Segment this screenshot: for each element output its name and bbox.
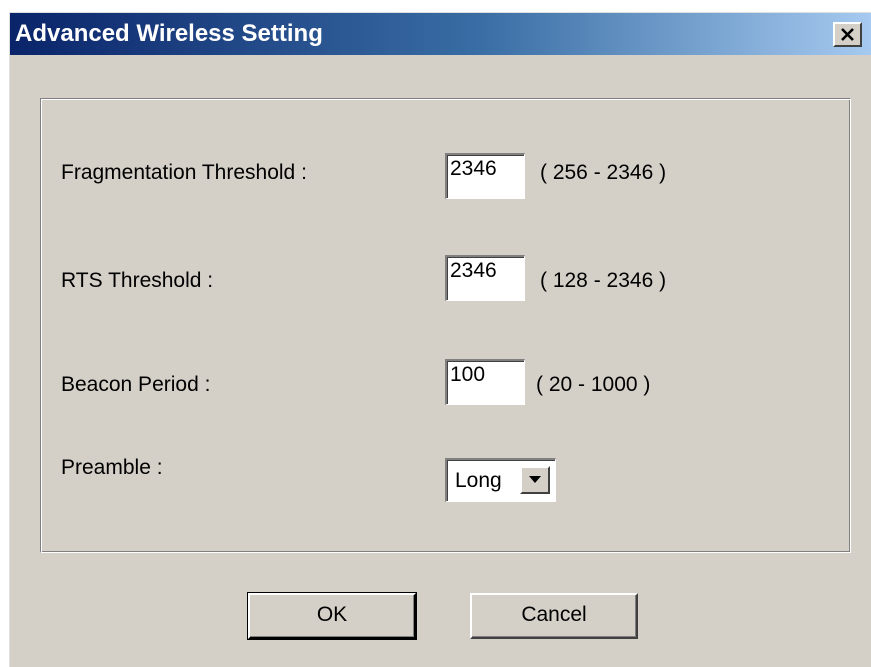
rts-threshold-label: RTS Threshold : <box>61 269 214 292</box>
chevron-down-icon <box>529 476 541 483</box>
preamble-dropdown-button[interactable] <box>520 466 550 494</box>
title-bar[interactable]: Advanced Wireless Setting <box>10 13 871 55</box>
rts-threshold-range: ( 128 - 2346 ) <box>540 269 667 292</box>
close-icon <box>841 28 854 41</box>
beacon-period-input[interactable]: 100 <box>445 359 525 405</box>
advanced-wireless-dialog: Advanced Wireless Setting Fragmentation … <box>9 12 871 667</box>
ok-button[interactable]: OK <box>247 592 417 640</box>
window-title: Advanced Wireless Setting <box>15 20 323 47</box>
fragmentation-threshold-label: Fragmentation Threshold : <box>61 161 307 184</box>
fragmentation-threshold-input[interactable]: 2346 <box>445 153 525 199</box>
preamble-selected-value: Long <box>455 469 502 492</box>
beacon-period-label: Beacon Period : <box>61 373 211 396</box>
fragmentation-threshold-range: ( 256 - 2346 ) <box>540 161 667 184</box>
close-button[interactable] <box>833 22 862 47</box>
preamble-select[interactable]: Long <box>445 458 556 502</box>
cancel-button[interactable]: Cancel <box>470 593 638 639</box>
preamble-label: Preamble : <box>61 456 163 479</box>
beacon-period-range: ( 20 - 1000 ) <box>536 373 651 396</box>
rts-threshold-input[interactable]: 2346 <box>445 255 525 301</box>
